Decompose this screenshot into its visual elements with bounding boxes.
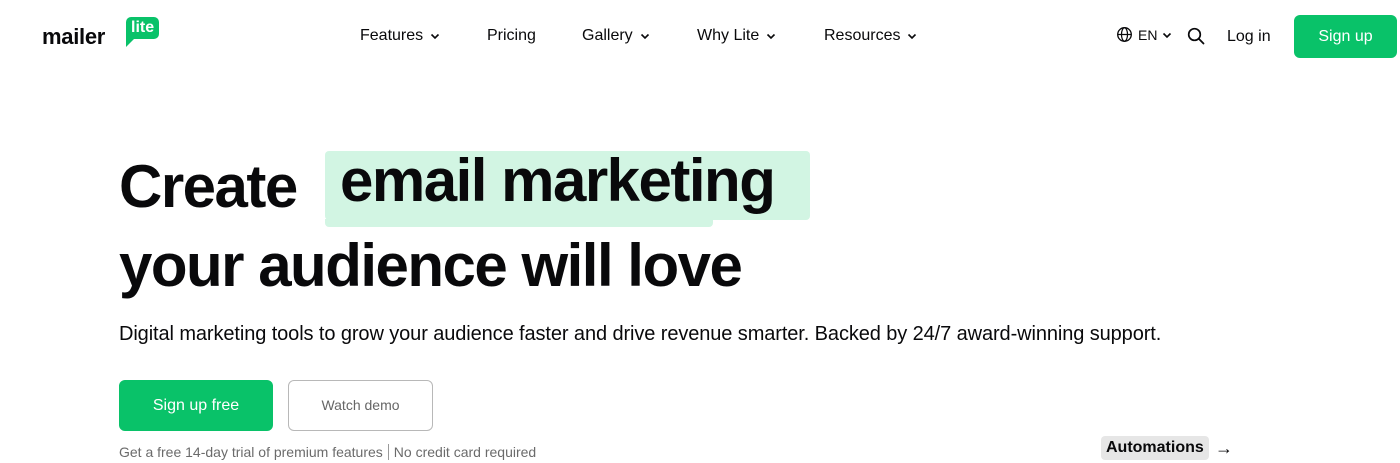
chevron-down-icon [640,33,649,40]
nav-item-label: Why Lite [697,27,760,44]
site-header: mailer lite Features Pricing Gallery Why… [0,0,1400,72]
signup-button[interactable]: Sign up [1294,15,1397,58]
nav-item-label: Features [360,27,424,44]
divider [387,444,389,460]
mailerlite-logo[interactable]: mailer lite [42,17,172,51]
trial-note-right: No credit card required [393,444,537,460]
trial-note: Get a free 14-day trial of premium featu… [119,442,536,462]
nav-item-label: Gallery [582,27,633,44]
login-link[interactable]: Log in [1227,25,1271,49]
headline-highlight-tab [325,219,713,227]
hero-subtitle: Digital marketing tools to grow your aud… [119,323,1162,345]
search-icon[interactable] [1187,27,1205,45]
logo-badge-tail [126,38,135,47]
language-selector[interactable]: EN [1116,26,1178,43]
headline-highlight-text: email marketing [340,147,776,214]
nav-item-features[interactable]: Features [360,24,441,48]
arrow-right-icon[interactable]: → [1215,436,1233,460]
nav-item-label: Resources [824,27,901,44]
signup-free-button[interactable]: Sign up free [119,380,273,431]
nav-item-resources[interactable]: Resources [824,24,918,48]
trial-note-left: Get a free 14-day trial of premium featu… [119,444,383,460]
nav-item-label: Pricing [487,27,536,44]
logo-word: mailer [42,24,106,49]
globe-icon [1117,27,1132,42]
watch-demo-button[interactable]: Watch demo [288,380,433,431]
headline-line2: your audience will love [119,232,743,299]
nav-item-gallery[interactable]: Gallery [582,24,651,48]
headline-line1-start: Create [119,153,298,220]
chevron-down-icon [908,33,917,40]
feature-tag-automations[interactable]: Automations [1101,436,1209,460]
language-code: EN [1138,26,1158,43]
chevron-down-icon [767,33,776,40]
nav-item-pricing[interactable]: Pricing [487,24,536,48]
nav-item-why-lite[interactable]: Why Lite [697,24,777,48]
chevron-down-icon [431,33,440,40]
chevron-down-icon [1163,32,1172,38]
logo-badge: lite [126,17,160,39]
